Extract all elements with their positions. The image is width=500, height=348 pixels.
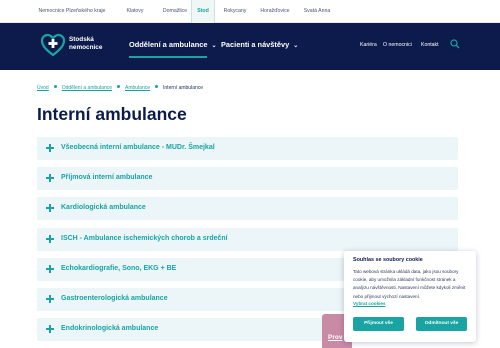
breadcrumb-home[interactable]: Úvod [37,85,49,91]
util-link-about[interactable]: O nemocnici [383,42,412,48]
chevron-down-icon: ⌄ [211,43,217,49]
logo-text[interactable]: Stodská nemocnice [69,36,102,52]
logo-line-2: nemocnice [69,44,103,51]
logo-line-1: Stodská [69,36,94,43]
cookie-consent-panel: Souhlas se soubory cookie Tato webová st… [344,251,476,342]
plus-icon [45,143,55,153]
util-link-career[interactable]: Kariéra [360,42,377,48]
accordion-item-label: Gastroenterologická ambulance [61,295,168,302]
accordion-item-label: ISCH - Ambulance ischemických chorob a s… [61,235,228,242]
cookie-select-link[interactable]: Vybrat cookies [353,301,386,306]
feedback-tab-label: Prov [328,334,343,341]
nav-departments[interactable]: Oddělení a ambulance ⌄ [129,40,216,49]
search-icon[interactable] [450,39,460,49]
breadcrumb-separator [155,85,159,88]
plus-icon [45,173,55,183]
nav-active-indicator [129,56,207,58]
accordion-item-label: Všeobecná interní ambulance - MUDr. Šmej… [61,144,215,151]
accordion-item-label: Příjmová interní ambulance [61,174,153,181]
accordion-item-label: Kardiologická ambulance [61,204,146,211]
plus-icon [45,234,55,244]
breadcrumb-current: Interní ambulance [163,85,204,91]
network-tab-svata-anna[interactable]: Svatá Anna [300,0,334,23]
plus-icon [45,203,55,213]
chevron-down-icon: ⌄ [293,43,299,49]
accordion-item[interactable]: Kardiologická ambulance [37,197,458,220]
breadcrumb-separator [53,85,57,88]
breadcrumb-departments[interactable]: Oddělení a ambulance [62,85,112,91]
network-tab-rokycany[interactable]: Rokycany [220,0,250,23]
cookie-title: Souhlas se soubory cookie [353,257,423,263]
breadcrumb-ambulance[interactable]: Ambulance [125,85,150,91]
nav-patients[interactable]: Pacienti a návštěvy ⌄ [221,40,298,49]
network-tab-plzen[interactable]: Nemocnice Plzeňského kraje [38,0,106,23]
accordion-item-label: Echokardiografie, Sono, EKG + BE [61,265,177,272]
plus-icon [45,264,55,274]
network-tab-domazlice[interactable]: Domažlice [160,0,190,23]
accept-all-button[interactable]: Přijmout vše [353,317,404,331]
logo-cross-heart-icon[interactable] [40,33,66,57]
accordion-item[interactable]: Příjmová interní ambulance [37,167,458,190]
plus-icon [45,294,55,304]
network-bar: Nemocnice Plzeňského kraje Klatovy Domaž… [0,0,500,23]
nav-patients-label: Pacienti a návštěvy [221,40,290,49]
cookie-text: Tato webová stránka ukládá data, jako js… [353,269,466,299]
nav-departments-label: Oddělení a ambulance [129,40,208,49]
page-title: Interní ambulance [37,104,187,124]
breadcrumb-separator [117,85,120,88]
accordion-item[interactable]: ISCH - Ambulance ischemických chorob a s… [37,228,458,251]
reject-all-button[interactable]: Odmítnout vše [416,317,467,331]
accordion-item-label: Endokrinologická ambulance [61,325,159,332]
accordion-item[interactable]: Všeobecná interní ambulance - MUDr. Šmej… [37,137,458,160]
site-header: Stodská nemocnice Oddělení a ambulance ⌄ … [0,23,500,70]
network-tab-klatovy[interactable]: Klatovy [120,0,150,23]
network-tab-stod[interactable]: Stod [191,0,215,23]
network-tab-horazdovice[interactable]: Horažďovice [256,0,294,23]
breadcrumb: Úvod Oddělení a ambulance Ambulance Interní… [37,85,203,91]
util-link-contact[interactable]: Kontakt [421,42,439,48]
plus-icon [45,324,55,334]
